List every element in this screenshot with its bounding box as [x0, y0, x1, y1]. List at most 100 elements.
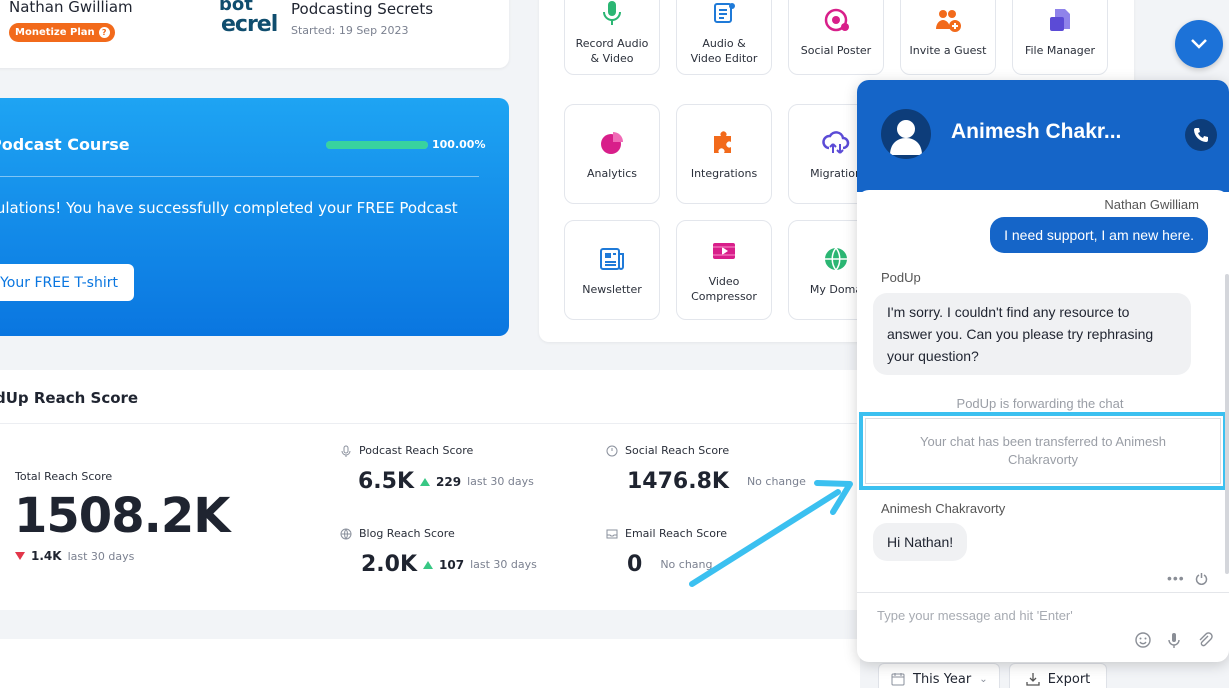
reach-score-section: dUp Reach Score Total Reach Score 1508.2…	[0, 370, 860, 610]
export-label: Export	[1047, 671, 1091, 687]
emoji-icon[interactable]	[1134, 631, 1152, 649]
tool-label: My Doma	[809, 282, 863, 296]
pie-chart-icon	[601, 131, 623, 154]
chevron-down-icon	[1191, 39, 1207, 49]
tool-integrations[interactable]: Integrations	[676, 104, 772, 204]
chat-input-actions	[1134, 631, 1214, 649]
tool-newsletter[interactable]: Newsletter	[564, 220, 660, 320]
course-progress-bar	[326, 141, 428, 149]
chat-minimize-button[interactable]	[1175, 20, 1223, 68]
chevron-down-icon: ⌄	[979, 673, 988, 685]
chat-message-input[interactable]	[877, 605, 1177, 625]
export-button[interactable]: Export	[1009, 663, 1107, 688]
tool-file-manager[interactable]: File Manager	[1012, 0, 1108, 75]
tool-label: Social Poster	[800, 44, 872, 57]
tool-label: Record Audio & Video	[575, 36, 649, 65]
inbox-icon	[606, 529, 618, 538]
tool-analytics[interactable]: Analytics	[564, 104, 660, 204]
course-progress-text: 100.00%	[432, 138, 486, 151]
chat-scrollbar[interactable]	[1225, 274, 1229, 574]
globe-icon	[340, 528, 352, 539]
agent-message-bubble: Hi Nathan!	[873, 523, 968, 561]
reach-score-title: dUp Reach Score	[0, 389, 139, 407]
tool-social-poster[interactable]: Social Poster	[788, 0, 884, 75]
metric-delta: 229	[436, 474, 462, 489]
transfer-notice: Your chat has been transferred to Animes…	[859, 412, 1227, 490]
message-sender: Animesh Chakravorty	[881, 501, 1006, 516]
calendar-icon	[891, 673, 905, 686]
trend-up-icon	[420, 477, 431, 486]
trend-down-icon	[15, 552, 25, 560]
tool-label: File Manager	[1024, 44, 1096, 57]
divider	[0, 423, 860, 424]
message-sender: PodUp	[881, 270, 921, 285]
power-icon[interactable]	[1195, 572, 1208, 585]
total-reach-delta: 1.4K last 30 days	[15, 549, 134, 563]
total-delta-value: 1.4K	[31, 549, 62, 563]
course-progress-fill	[326, 141, 428, 149]
course-logo-bottom-text: ecrel	[221, 12, 278, 37]
metric-label: Email Reach Score	[625, 527, 727, 540]
divider	[0, 176, 479, 177]
tool-label: Audio & Video Editor	[690, 36, 758, 65]
user-name: Nathan Gwilliam	[9, 0, 133, 16]
metric-delta: 107	[439, 557, 465, 572]
agent-name: Animesh Chakr...	[951, 120, 1122, 143]
microphone-icon[interactable]	[1165, 631, 1183, 649]
course-title[interactable]: Podcasting Secrets	[291, 0, 433, 18]
metric-label: Social Reach Score	[625, 444, 730, 457]
plan-badge[interactable]: Monetize Plan ?	[9, 23, 115, 42]
metric-period: No change	[746, 475, 806, 488]
podcast-reach-metric: Podcast Reach Score 6.5K 229 last 30 day…	[340, 444, 534, 494]
tool-invite-guest[interactable]: Invite a Guest	[900, 0, 996, 75]
microphone-icon	[603, 0, 621, 25]
social-icon	[824, 8, 849, 32]
chat-bubble-icon	[606, 445, 618, 456]
tool-video-compressor[interactable]: Video Compressor	[676, 220, 772, 320]
metric-label: Podcast Reach Score	[359, 444, 474, 457]
tool-record-audio-video[interactable]: Record Audio & Video	[564, 0, 660, 75]
tool-audio-video-editor[interactable]: Audio & Video Editor	[676, 0, 772, 75]
metric-period: last 30 days	[470, 558, 537, 571]
tool-label: Integrations	[690, 166, 758, 180]
chat-messages: Nathan Gwilliam I need support, I am new…	[857, 190, 1229, 594]
course-completion-message: tulations! You have successfully complet…	[0, 199, 458, 217]
file-manager-icon	[1050, 9, 1070, 31]
metric-period: No chang	[660, 558, 713, 571]
chat-header: Animesh Chakr...	[857, 80, 1229, 192]
more-options-icon[interactable]: •••	[1167, 570, 1185, 586]
email-reach-metric: Email Reach Score 0 No chang	[606, 527, 727, 577]
course-logo: bot ecrel	[219, 0, 283, 42]
tool-label: Invite a Guest	[909, 44, 987, 57]
metric-value: 1476.8K	[627, 469, 729, 494]
tool-label: Analytics	[587, 166, 637, 180]
avatar	[881, 109, 931, 159]
trend-up-icon	[423, 560, 434, 569]
tool-label: Video Compressor	[691, 275, 757, 303]
course-card-title: Podcast Course	[0, 135, 130, 154]
metric-value: 6.5K	[358, 469, 415, 494]
help-icon[interactable]: ?	[98, 27, 110, 38]
newsletter-icon	[600, 247, 624, 270]
year-filter-value: This Year	[913, 671, 972, 687]
metric-period: last 30 days	[467, 475, 534, 488]
download-icon	[1026, 673, 1040, 686]
free-tshirt-button[interactable]: Your FREE T-shirt	[0, 264, 134, 301]
metric-value: 0	[627, 552, 643, 577]
bottom-panel	[0, 639, 860, 688]
tool-label: Migration	[810, 166, 862, 180]
attachment-icon[interactable]	[1196, 631, 1214, 649]
call-button[interactable]	[1185, 119, 1217, 151]
metric-value: 2.0K	[361, 552, 418, 577]
microphone-icon	[341, 445, 351, 457]
metric-label: Blog Reach Score	[359, 527, 455, 540]
message-sender: Nathan Gwilliam	[1104, 197, 1199, 212]
puzzle-icon	[714, 130, 731, 153]
chat-window: Animesh Chakr... Nathan Gwilliam I need …	[857, 80, 1229, 662]
phone-icon	[1194, 128, 1208, 142]
chat-options: •••	[1167, 570, 1208, 586]
total-delta-period: last 30 days	[67, 549, 135, 563]
profile-card: Nathan Gwilliam Monetize Plan ? bot ecre…	[0, 0, 509, 68]
user-icon	[890, 120, 922, 155]
year-filter-select[interactable]: This Year ⌄	[878, 663, 1000, 688]
